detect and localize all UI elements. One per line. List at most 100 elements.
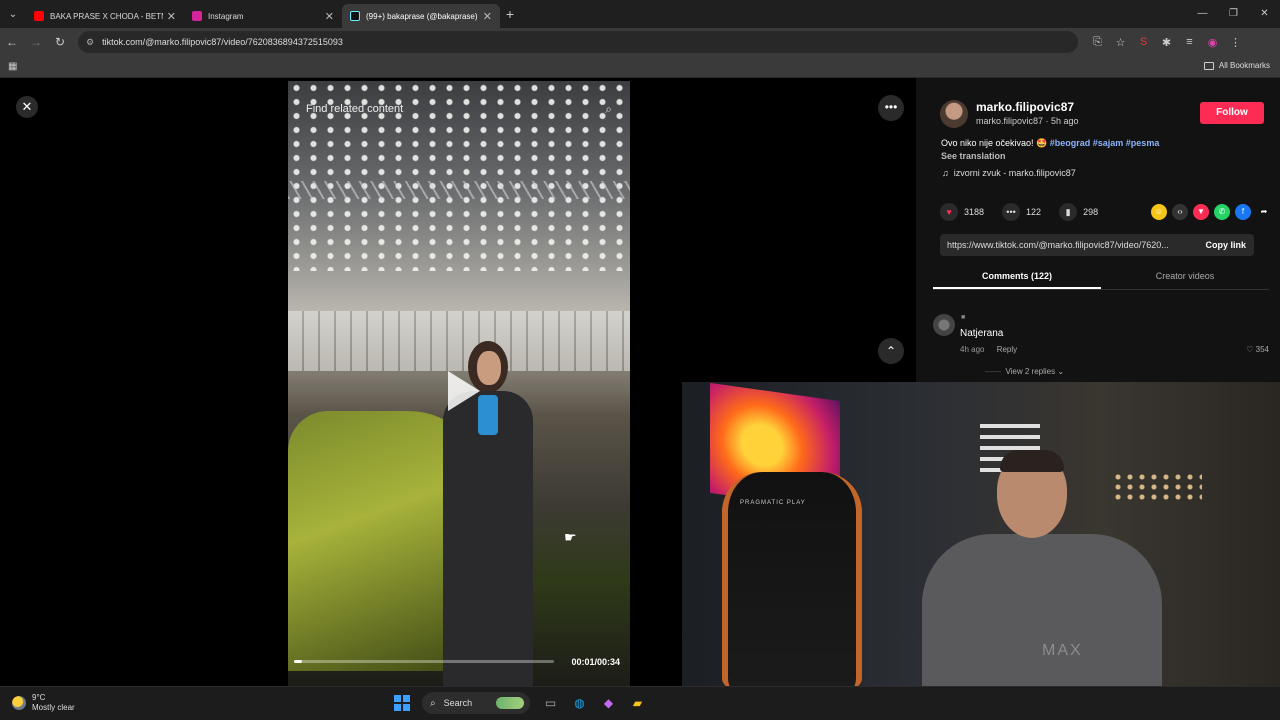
tab-comments[interactable]: Comments (122) (933, 266, 1101, 289)
tab-close-icon[interactable]: ✕ (167, 10, 176, 23)
play-icon[interactable] (448, 371, 480, 411)
restore-icon[interactable]: ❐ (1218, 0, 1249, 28)
comment-count: 122 (1026, 207, 1042, 217)
extensions-puzzle-icon[interactable]: ✱ (1155, 36, 1178, 49)
comment-meta: 4h ago Reply (960, 345, 1017, 354)
taskbar-search[interactable]: ⌕ Search (422, 692, 530, 714)
copy-link-button[interactable]: Copy link (1197, 240, 1254, 250)
share-icons: ☺ ‹› ▼ ✆ f ➦ (1146, 204, 1272, 220)
install-icon[interactable]: ⎘ (1086, 36, 1109, 49)
tab-instagram[interactable]: Instagram ✕ (184, 4, 342, 28)
caption-text: Ovo niko nije očekivao! 🤩 (941, 138, 1050, 148)
task-view-icon[interactable]: ▭ (536, 692, 565, 714)
previous-video-button[interactable]: ⌃ (878, 338, 904, 364)
copilot-icon[interactable]: ◆ (594, 692, 623, 714)
back-icon[interactable]: ← (0, 35, 24, 49)
tab-youtube[interactable]: BAKA PRASE X CHODA - BETMI... ✕ (26, 4, 184, 28)
tab-title: (99+) bakaprase (@bakaprase) |... (366, 11, 479, 21)
all-bookmarks-label: All Bookmarks (1218, 61, 1270, 70)
window-controls: — ❐ ✕ (1187, 0, 1280, 28)
save-button[interactable]: ▮ 298 (1059, 203, 1098, 221)
caption-hashtags[interactable]: #beograd #sajam #pesma (1050, 138, 1160, 148)
author-avatar[interactable] (940, 100, 968, 128)
comment-item: ■ Natjerana 4h ago Reply ♡ 354 —— View 2… (933, 314, 1269, 384)
send-icon[interactable]: ▼ (1193, 204, 1209, 220)
action-bar: ♥ 3188 ••• 122 ▮ 298 ☺ ‹› ▼ ✆ f ➦ (940, 202, 1272, 222)
minimize-icon[interactable]: — (1187, 0, 1218, 28)
post-caption: Ovo niko nije očekivao! 🤩 #beograd #saja… (941, 138, 1159, 149)
more-options-button[interactable]: ••• (878, 95, 904, 121)
taskbar-search-label: Search (443, 698, 473, 708)
windows-start-icon[interactable] (394, 695, 410, 711)
comment-button[interactable]: ••• 122 (1002, 203, 1041, 221)
facebook-icon[interactable]: f (1235, 204, 1251, 220)
tab-close-icon[interactable]: ✕ (483, 10, 492, 23)
comment-icon: ••• (1002, 203, 1021, 221)
embed-icon[interactable]: ‹› (1172, 204, 1188, 220)
all-bookmarks-button[interactable]: All Bookmarks (1203, 61, 1270, 70)
author-subtitle: marko.filipovic87 · 5h ago (976, 116, 1079, 126)
address-bar: ← → ↻ ⚙ tiktok.com/@marko.filipovic87/vi… (0, 28, 1280, 56)
apps-grid-icon[interactable]: ▦ (8, 61, 17, 72)
weather-condition: Mostly clear (32, 703, 75, 712)
search-icon[interactable]: ⌕ (605, 102, 612, 117)
follow-button[interactable]: Follow (1200, 102, 1264, 124)
weather-widget[interactable]: 9°C Mostly clear (12, 693, 75, 713)
weather-temperature: 9°C (32, 693, 46, 702)
video-truss (288, 181, 630, 199)
profile-icon[interactable]: ◉ (1201, 36, 1224, 49)
chevron-down-icon: ⌄ (1057, 367, 1065, 376)
music-note-icon: ♫ (942, 168, 949, 178)
whatsapp-icon[interactable]: ✆ (1214, 204, 1230, 220)
file-explorer-icon[interactable]: ▰ (623, 692, 652, 714)
extension-s-icon[interactable]: S (1132, 36, 1155, 49)
video-player[interactable]: Find related content ⌕ 00:01/00:34 ☛ (288, 81, 630, 689)
music-row[interactable]: ♫ izvorni zvuk - marko.filipovic87 (942, 168, 1076, 178)
tab-search-icon[interactable]: ⌄ (0, 0, 26, 28)
video-person (428, 341, 548, 689)
comment-like-button[interactable]: ♡ 354 (1246, 345, 1269, 354)
chair-label: PRAGMATIC PLAY (740, 500, 806, 506)
search-highlight-icon (496, 697, 524, 709)
tab-creator-videos[interactable]: Creator videos (1101, 266, 1269, 289)
url-field[interactable]: ⚙ tiktok.com/@marko.filipovic87/video/76… (78, 31, 1078, 53)
commenter-avatar[interactable] (933, 314, 955, 336)
share-arrow-icon[interactable]: ➦ (1256, 204, 1272, 220)
reload-icon[interactable]: ↻ (48, 35, 72, 49)
video-progress-fill (294, 660, 302, 663)
close-video-button[interactable]: ✕ (16, 96, 38, 118)
shirt-text: MAX (1042, 642, 1083, 659)
reply-button[interactable]: Reply (997, 345, 1017, 354)
bookmark-icon: ▮ (1059, 203, 1078, 221)
edge-icon[interactable]: ◍ (565, 692, 594, 714)
tiktok-icon (350, 11, 360, 21)
commenter-name[interactable]: Natjerana (960, 328, 1003, 339)
author-name[interactable]: marko.filipovic87 (976, 100, 1074, 114)
browser-tabbar: ⌄ BAKA PRASE X CHODA - BETMI... ✕ Instag… (0, 0, 1280, 28)
replies-divider: —— (985, 367, 1006, 376)
taskbar: 9°C Mostly clear ⌕ Search ▭ ◍ ◆ ▰ (0, 686, 1280, 720)
forward-icon[interactable]: → (24, 35, 48, 49)
new-tab-button[interactable]: + (500, 6, 520, 22)
taskbar-apps: ▭ ◍ ◆ ▰ (536, 692, 652, 714)
window-close-icon[interactable]: ✕ (1249, 0, 1280, 28)
youtube-icon (34, 11, 44, 21)
menu-dots-icon[interactable]: ⋮ (1224, 36, 1247, 49)
video-progress-bar[interactable] (294, 660, 554, 663)
see-translation-link[interactable]: See translation (941, 151, 1006, 161)
tab-tiktok[interactable]: (99+) bakaprase (@bakaprase) |... ✕ (342, 4, 500, 28)
comment-time: 4h ago (960, 345, 985, 354)
emoji-share-icon[interactable]: ☺ (1151, 204, 1167, 220)
like-button[interactable]: ♥ 3188 (940, 203, 984, 221)
video-timecode: 00:01/00:34 (571, 657, 620, 667)
share-link-url[interactable]: https://www.tiktok.com/@marko.filipovic8… (947, 240, 1197, 250)
view-replies-button[interactable]: —— View 2 replies ⌄ (985, 367, 1064, 376)
site-info-icon[interactable]: ⚙ (86, 37, 94, 48)
view-replies-label: View 2 replies (1005, 367, 1056, 376)
media-icon[interactable]: ≡ (1178, 36, 1201, 49)
find-related-text: Find related content (306, 103, 404, 115)
tab-close-icon[interactable]: ✕ (325, 10, 334, 23)
find-related-search[interactable]: Find related content ⌕ (296, 93, 622, 125)
weather-icon (12, 696, 26, 710)
bookmark-star-icon[interactable]: ☆ (1109, 36, 1132, 49)
